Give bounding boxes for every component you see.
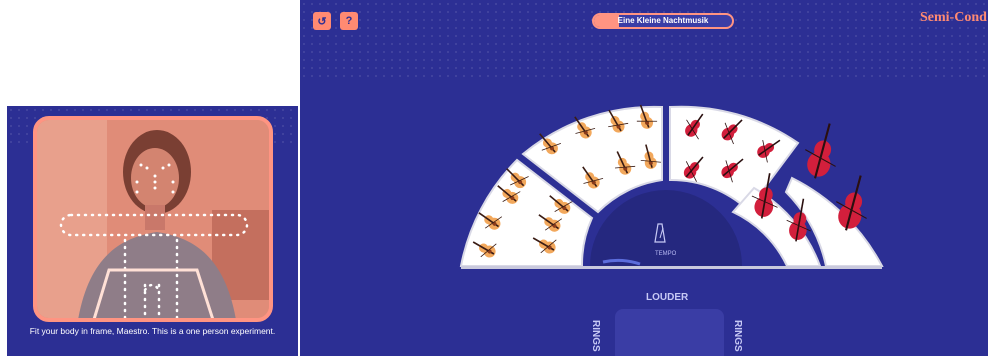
orchestra-panel: ↺ ? Eine Kleine Nachtmusik Semi-Cond TEM…	[300, 0, 988, 356]
strings-right-label: RINGS	[732, 320, 743, 352]
camera-view	[37, 120, 269, 318]
strings-left-label: RINGS	[590, 320, 601, 352]
orchestra-stage	[459, 100, 884, 269]
camera-panel: Fit your body in frame, Maestro. This is…	[7, 106, 298, 356]
tempo-label: TEMPO	[655, 251, 677, 257]
camera-instruction: Fit your body in frame, Maestro. This is…	[29, 326, 276, 336]
stage-shadow	[461, 266, 882, 269]
camera-frame	[33, 116, 273, 322]
volume-zone	[615, 309, 724, 356]
louder-label: LOUDER	[646, 292, 689, 303]
